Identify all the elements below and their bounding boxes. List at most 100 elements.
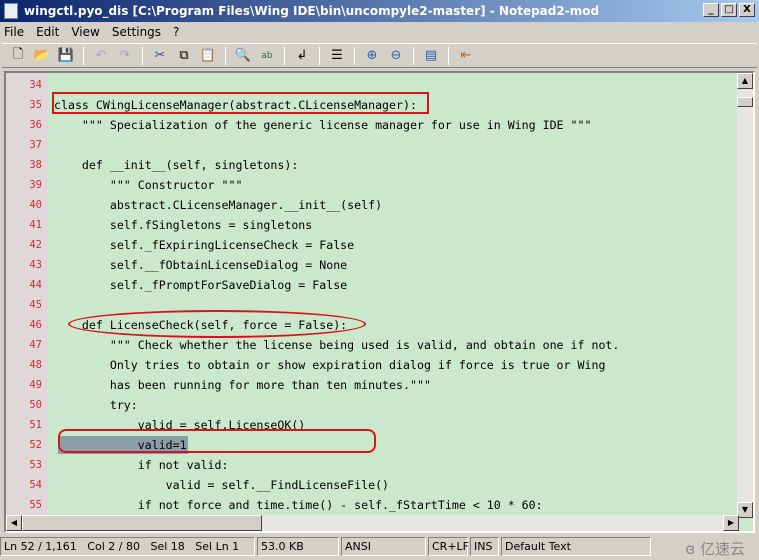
code-line[interactable]: 44 self._fPromptForSaveDialog = False (6, 275, 739, 295)
code-text: valid = self.__FindLicenseFile() (54, 478, 390, 492)
line-number: 44 (29, 279, 42, 291)
scroll-down-icon[interactable]: ▼ (737, 502, 753, 518)
status-encoding[interactable]: ANSI (341, 537, 426, 556)
menu-view[interactable]: View (71, 25, 99, 39)
separator (354, 46, 355, 65)
zoom-in-icon[interactable]: ⊕ (362, 46, 382, 66)
scroll-left-icon[interactable]: ◀ (6, 515, 22, 531)
minimize-button[interactable]: _ (703, 3, 719, 17)
toolbar: 🗋 📂 💾 ↶ ↷ ✂ ⧉ 📋 🔍 ab ↲ ☰ ⊕ ⊖ ▤ ⇤ (2, 43, 757, 68)
view-icon[interactable]: ▤ (421, 46, 441, 66)
open-folder-icon[interactable]: 📂 (32, 46, 52, 66)
code-text: if not force and time.time() - self._fSt… (54, 498, 543, 512)
horizontal-scrollbar[interactable]: ◀ ▶ (6, 515, 739, 531)
scroll-right-icon[interactable]: ▶ (723, 515, 739, 531)
annotation-ellipse-def (68, 310, 366, 338)
watermark-logo: ɞ 亿速云 (685, 540, 745, 558)
watermark-text: 亿速云 (699, 540, 745, 558)
code-text: Only tries to obtain or show expiration … (54, 358, 606, 372)
exit-icon[interactable]: ⇤ (456, 46, 476, 66)
code-text: self.__fObtainLicenseDialog = None (54, 258, 348, 272)
line-number: 34 (29, 79, 42, 91)
vertical-scrollbar[interactable]: ▲ ▼ (737, 73, 753, 518)
code-line[interactable]: 40 abstract.CLicenseManager.__init__(sel… (6, 195, 739, 215)
annotation-box-valid (58, 429, 376, 453)
code-line[interactable]: 49 has been running for more than ten mi… (6, 375, 739, 395)
code-line[interactable]: 39 """ Constructor """ (6, 175, 739, 195)
line-number: 51 (29, 419, 42, 431)
copy-icon[interactable]: ⧉ (174, 46, 194, 66)
status-col: Col 2 / 80 (87, 540, 140, 553)
menu-help[interactable]: ? (173, 25, 179, 39)
line-number: 36 (29, 119, 42, 131)
code-text: self.fSingletons = singletons (54, 218, 313, 232)
maximize-button[interactable]: □ (721, 3, 737, 17)
code-line[interactable]: 45 (6, 295, 739, 315)
title-bar: wingctl.pyo_dis [C:\Program Files\Wing I… (0, 0, 759, 22)
code-text: has been running for more than ten minut… (54, 378, 431, 392)
menu-settings[interactable]: Settings (112, 25, 161, 39)
line-number: 40 (29, 199, 42, 211)
save-icon[interactable]: 💾 (56, 46, 76, 66)
code-line[interactable]: 55 if not force and time.time() - self._… (6, 495, 739, 515)
status-scheme[interactable]: Default Text (501, 537, 651, 556)
line-number: 42 (29, 239, 42, 251)
line-number: 52 (29, 439, 42, 451)
code-line[interactable]: 36 """ Specialization of the generic lic… (6, 115, 739, 135)
code-line[interactable]: 38 def __init__(self, singletons): (6, 155, 739, 175)
line-number: 39 (29, 179, 42, 191)
status-selln: Sel Ln 1 (195, 540, 240, 553)
code-line[interactable]: 54 valid = self.__FindLicenseFile() (6, 475, 739, 495)
paste-icon[interactable]: 📋 (198, 46, 218, 66)
line-number: 38 (29, 159, 42, 171)
code-line[interactable]: 41 self.fSingletons = singletons (6, 215, 739, 235)
cut-icon[interactable]: ✂ (150, 46, 170, 66)
line-number: 50 (29, 399, 42, 411)
line-number: 48 (29, 359, 42, 371)
separator (284, 46, 285, 65)
code-text: """ Constructor """ (54, 178, 243, 192)
line-number: 54 (29, 479, 42, 491)
undo-icon[interactable]: ↶ (91, 46, 111, 66)
line-number: 35 (29, 99, 42, 111)
menu-file[interactable]: File (4, 25, 24, 39)
separator (448, 46, 449, 65)
status-position: Ln 52 / 1,161 Col 2 / 80 Sel 18 Sel Ln 1 (0, 537, 255, 556)
code-line[interactable]: 43 self.__fObtainLicenseDialog = None (6, 255, 739, 275)
code-text: self._fPromptForSaveDialog = False (54, 278, 348, 292)
replace-icon[interactable]: ab (257, 46, 277, 66)
line-number: 49 (29, 379, 42, 391)
line-number: 53 (29, 459, 42, 471)
menu-edit[interactable]: Edit (36, 25, 59, 39)
zoom-out-icon[interactable]: ⊖ (386, 46, 406, 66)
code-editor[interactable]: 34 35 class CWingLicenseManager(abstract.C… (4, 71, 755, 533)
word-wrap-icon[interactable]: ↲ (292, 46, 312, 66)
hscroll-thumb[interactable] (22, 515, 262, 531)
scroll-up-icon[interactable]: ▲ (737, 73, 753, 89)
line-number: 37 (29, 139, 42, 151)
separator (225, 46, 226, 65)
code-line[interactable]: 37 (6, 135, 739, 155)
status-line: Ln 52 / 1,161 (4, 540, 77, 553)
status-eol[interactable]: CR+LF (428, 537, 469, 556)
code-line[interactable]: 47 """ Check whether the license being u… (6, 335, 739, 355)
find-icon[interactable]: 🔍 (233, 46, 253, 66)
line-number: 43 (29, 259, 42, 271)
close-button[interactable]: X (739, 3, 755, 17)
code-line[interactable]: 53 if not valid: (6, 455, 739, 475)
window-title: wingctl.pyo_dis [C:\Program Files\Wing I… (24, 4, 600, 18)
line-number: 55 (29, 499, 42, 511)
scroll-thumb[interactable] (737, 97, 753, 107)
code-line[interactable]: 48 Only tries to obtain or show expirati… (6, 355, 739, 375)
line-numbers-icon[interactable]: ☰ (327, 46, 347, 66)
new-file-icon[interactable]: 🗋 (8, 46, 28, 66)
code-text: if not valid: (54, 458, 229, 472)
code-text: """ Check whether the license being used… (54, 338, 620, 352)
status-size: 53.0 KB (257, 537, 339, 556)
annotation-box-class (52, 92, 429, 114)
separator (413, 46, 414, 65)
code-line[interactable]: 42 self._fExpiringLicenseCheck = False (6, 235, 739, 255)
code-line[interactable]: 50 try: (6, 395, 739, 415)
code-text: abstract.CLicenseManager.__init__(self) (54, 198, 383, 212)
redo-icon[interactable]: ↷ (115, 46, 135, 66)
